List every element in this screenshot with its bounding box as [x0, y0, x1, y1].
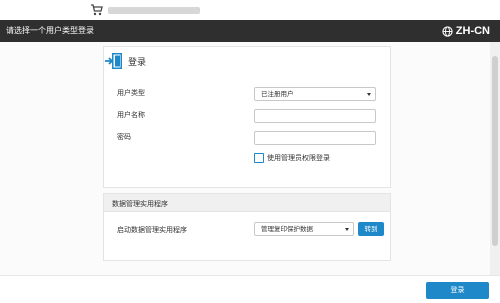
printer-cart-icon [91, 4, 103, 16]
launch-utility-label: 启动数据管理实用程序 [117, 226, 187, 234]
goto-button[interactable]: 转到 [358, 222, 384, 236]
utility-select[interactable]: 管理复印保护数据 [254, 222, 354, 236]
admin-login-row[interactable]: 使用管理员权限登录 [254, 153, 330, 163]
user-type-label: 用户类型 [117, 89, 145, 97]
login-button[interactable]: 登录 [426, 282, 489, 299]
username-label: 用户名称 [117, 111, 145, 119]
login-header: 登录 [104, 52, 146, 70]
utility-card: 数据管理实用程序 启动数据管理实用程序 管理复印保护数据 转到 [103, 193, 391, 261]
utility-section-header: 数据管理实用程序 [104, 194, 390, 212]
login-title: 登录 [128, 57, 147, 68]
language-label: ZH-CN [455, 25, 490, 37]
chevron-down-icon [367, 93, 371, 96]
footer-bar: 登录 [0, 275, 500, 303]
password-input[interactable] [254, 131, 376, 145]
admin-login-checkbox[interactable] [254, 153, 264, 163]
user-type-value: 已注册用户 [261, 90, 294, 98]
scrollbar[interactable] [490, 42, 500, 275]
blurred-device-name [108, 7, 200, 14]
utility-section-title: 数据管理实用程序 [112, 200, 168, 208]
browser-topbar [0, 0, 500, 20]
language-selector[interactable]: ZH-CN [442, 24, 490, 38]
password-label: 密码 [117, 133, 131, 141]
username-input[interactable] [254, 109, 376, 123]
admin-login-label: 使用管理员权限登录 [267, 154, 330, 162]
page-title: 请选择一个用户类型登录 [6, 26, 94, 35]
chevron-down-icon [345, 228, 349, 231]
globe-icon [442, 25, 453, 37]
utility-select-value: 管理复印保护数据 [261, 225, 313, 233]
login-card: 登录 用户类型 已注册用户 用户名称 密码 使用管理员权限登录 [103, 46, 391, 188]
scrollbar-thumb[interactable] [492, 56, 498, 246]
title-bar: 请选择一个用户类型登录 ZH-CN [0, 20, 500, 42]
user-type-select[interactable]: 已注册用户 [254, 87, 376, 101]
login-door-icon [105, 53, 122, 69]
